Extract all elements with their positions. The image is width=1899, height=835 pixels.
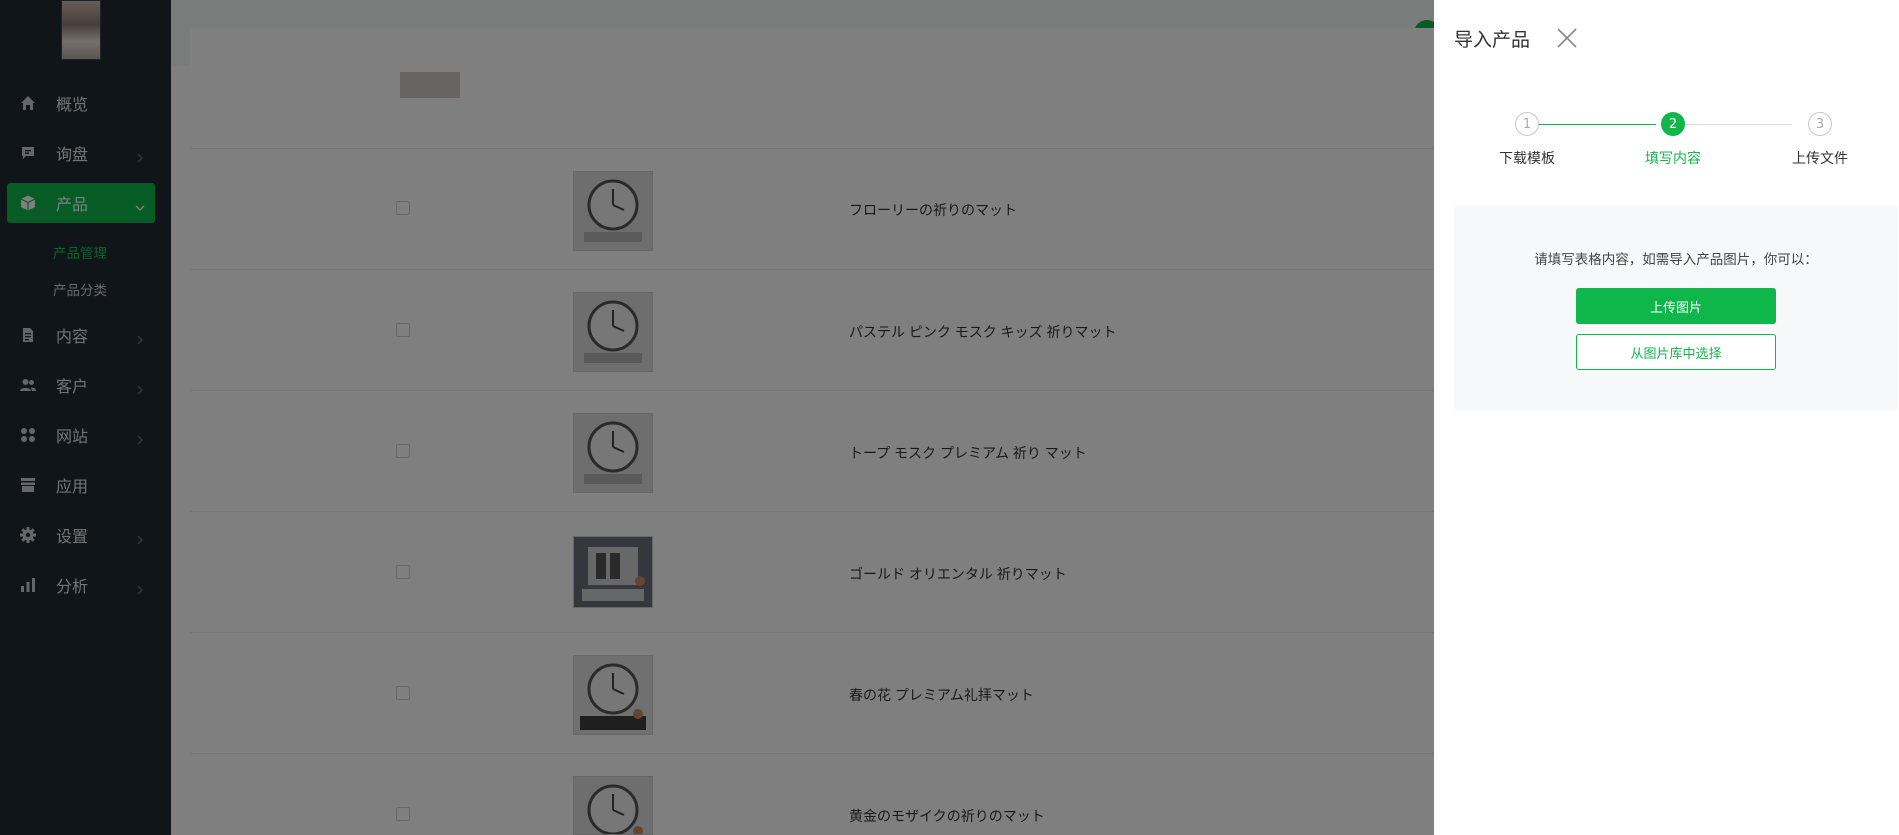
step-connector: [1682, 124, 1792, 125]
panel-instruction: 请填写表格内容，如需导入产品图片，你可以：: [1534, 252, 1818, 268]
step-2-label: 填写内容: [1645, 151, 1701, 167]
step-2-circle: 2: [1661, 112, 1685, 136]
import-product-drawer: 导入产品 1 2 3 下载模板 填写内容 上传文件 请填写表格内容，如需导入产品…: [1434, 0, 1899, 835]
upload-image-button[interactable]: 上传图片: [1576, 288, 1776, 324]
close-icon[interactable]: [1555, 26, 1579, 50]
step-3-circle: 3: [1808, 112, 1832, 136]
drawer-title: 导入产品: [1454, 29, 1531, 51]
step-1-circle: 1: [1515, 112, 1539, 136]
fill-content-panel: 请填写表格内容，如需导入产品图片，你可以： 上传图片 从图片库中选择: [1454, 206, 1898, 410]
step-connector: [1539, 124, 1656, 125]
import-steps: 1 2 3 下载模板 填写内容 上传文件: [1434, 110, 1899, 170]
choose-from-library-button[interactable]: 从图片库中选择: [1576, 334, 1776, 370]
step-1-label: 下载模板: [1499, 151, 1555, 167]
modal-overlay[interactable]: [0, 0, 1434, 835]
step-3-label: 上传文件: [1792, 151, 1848, 167]
